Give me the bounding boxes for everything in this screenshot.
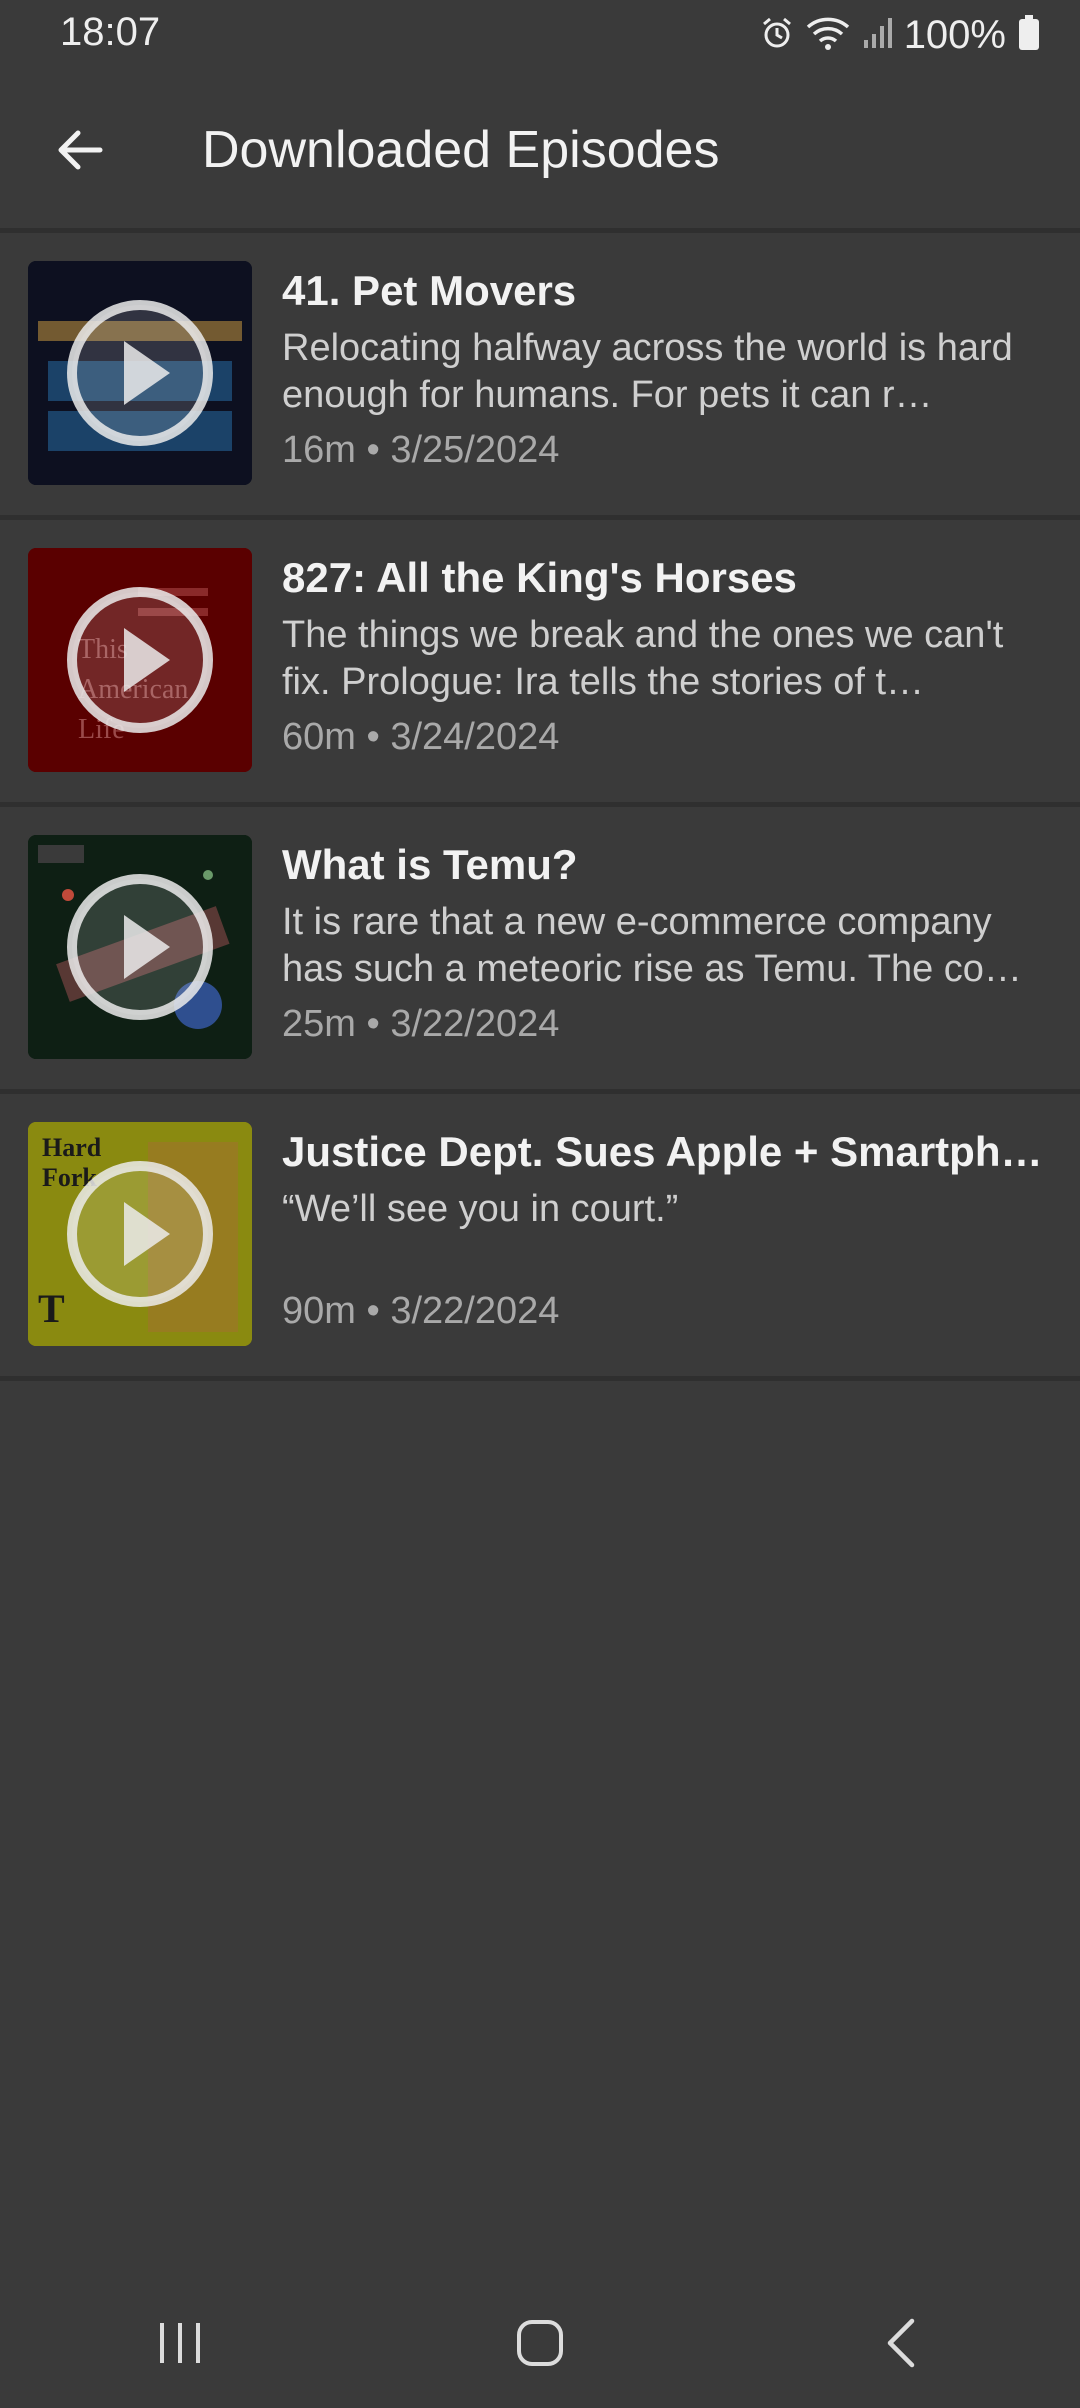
status-time: 18:07 <box>60 10 161 54</box>
episode-title: What is Temu? <box>282 841 578 888</box>
play-icon[interactable] <box>64 1158 216 1310</box>
divider <box>0 1376 1080 1381</box>
wifi-icon <box>806 15 850 56</box>
home-icon <box>517 2320 563 2366</box>
episode-meta: 16m • 3/25/2024 <box>282 429 560 471</box>
battery-percent: 100% <box>903 12 1006 57</box>
battery-icon <box>1018 14 1040 56</box>
episode-meta: 90m • 3/22/2024 <box>282 1290 560 1332</box>
play-icon[interactable] <box>64 584 216 736</box>
episode-item[interactable]: Hard Fork T Justice Dept. Sues Apple + S… <box>0 1094 1080 1376</box>
arrow-left-icon <box>58 130 103 170</box>
episode-title: 41. Pet Movers <box>282 267 577 314</box>
svg-text:T: T <box>38 1286 65 1331</box>
episode-item[interactable]: 41. Pet Movers Relocating halfway across… <box>0 233 1080 515</box>
status-bar: 18:07 100% <box>0 0 1080 70</box>
play-icon[interactable] <box>64 297 216 449</box>
recents-icon <box>160 2323 200 2363</box>
signal-icon <box>862 16 892 55</box>
episode-artwork[interactable]: This American Life <box>28 548 252 772</box>
page-title: Downloaded Episodes <box>202 121 720 179</box>
episode-title: Justice Dept. Sues Apple + Smartph… <box>282 1128 1043 1175</box>
episode-description: Relocating halfway across the world is h… <box>282 327 1013 416</box>
back-button[interactable] <box>40 110 120 190</box>
back-chevron-icon <box>887 2318 915 2368</box>
episode-artwork[interactable] <box>28 835 252 1059</box>
recents-button[interactable] <box>120 2293 240 2393</box>
play-icon[interactable] <box>64 871 216 1023</box>
system-nav-bar <box>0 2278 1080 2408</box>
episode-artwork[interactable] <box>28 261 252 485</box>
episode-list: 41. Pet Movers Relocating halfway across… <box>0 228 1080 1381</box>
episode-description: The things we break and the ones we can'… <box>282 614 1004 703</box>
episode-item[interactable]: What is Temu? It is rare that a new e-co… <box>0 807 1080 1089</box>
episode-meta: 25m • 3/22/2024 <box>282 1003 560 1045</box>
episode-meta: 60m • 3/24/2024 <box>282 716 560 758</box>
episode-description: “We’ll see you in court.” <box>282 1188 679 1230</box>
episode-title: 827: All the King's Horses <box>282 554 797 601</box>
episode-description: It is rare that a new e-commerce company… <box>282 901 1022 990</box>
episode-artwork[interactable]: Hard Fork T <box>28 1122 252 1346</box>
status-icons: 100% <box>760 10 1040 60</box>
episode-item[interactable]: This American Life 827: All the King's H… <box>0 520 1080 802</box>
alarm-icon <box>760 16 794 55</box>
app-bar: Downloaded Episodes <box>0 70 1080 230</box>
home-button[interactable] <box>480 2293 600 2393</box>
nav-back-button[interactable] <box>840 2293 960 2393</box>
